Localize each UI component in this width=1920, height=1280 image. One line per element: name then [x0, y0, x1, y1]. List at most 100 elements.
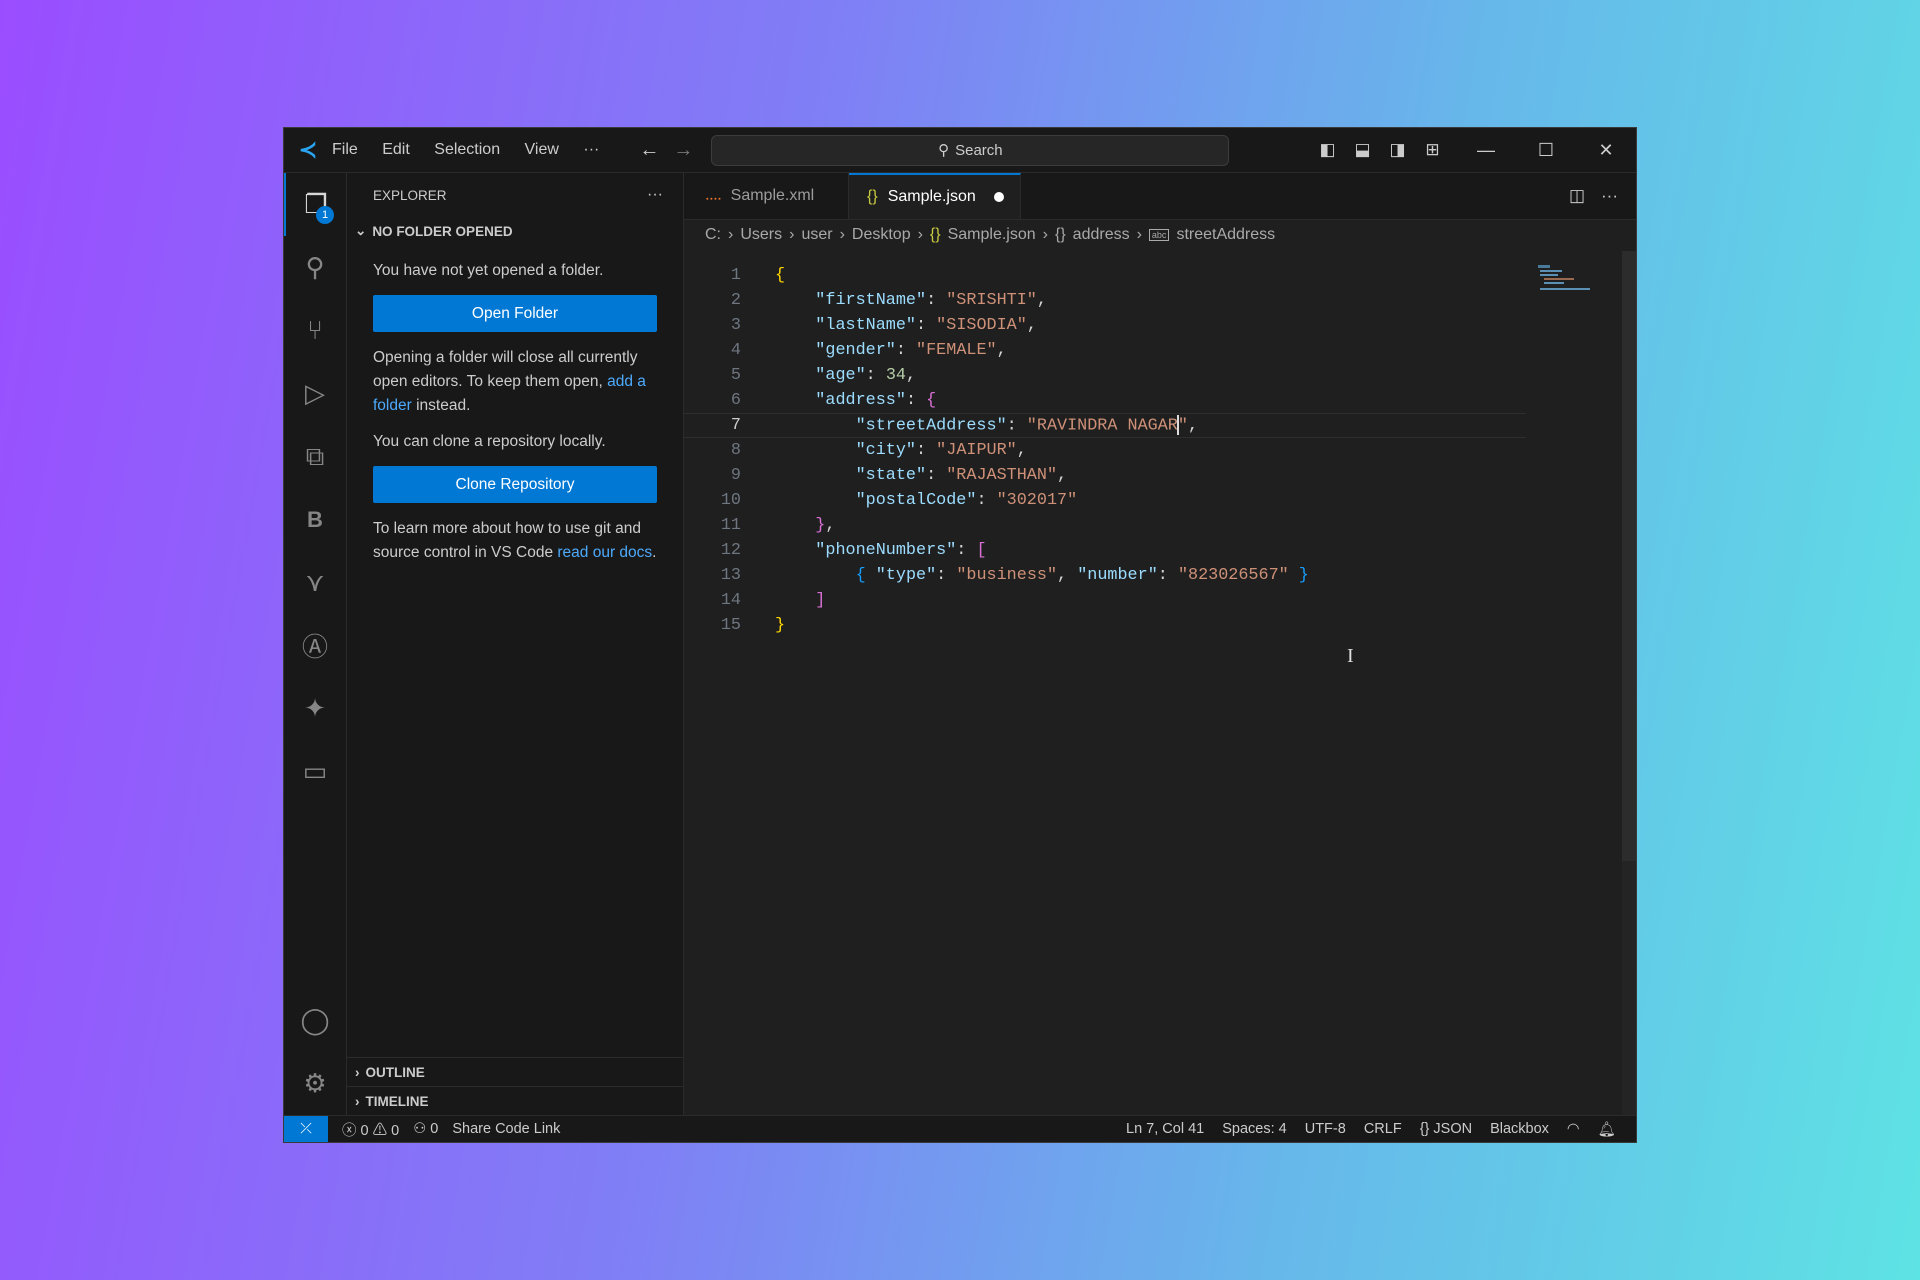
close-icon[interactable]: ✕ — [1576, 140, 1636, 161]
code-token: , — [1057, 566, 1078, 585]
problems-indicator[interactable]: ⓧ 0 ⚠ 0 — [342, 1119, 399, 1140]
json-file-icon: {} — [929, 226, 941, 243]
code-editor[interactable]: 1{2 "firstName": "SRISHTI", 3 "lastName":… — [684, 263, 1526, 638]
breadcrumb-item[interactable]: Users — [740, 226, 782, 244]
code-line[interactable]: 5 "age": 34, — [684, 363, 1526, 388]
code-line[interactable]: 15} — [684, 613, 1526, 638]
line-ending[interactable]: CRLF — [1364, 1121, 1402, 1138]
code-token: { — [775, 266, 786, 285]
open-folder-button[interactable]: Open Folder — [373, 295, 657, 332]
minimize-icon[interactable]: — — [1456, 140, 1516, 161]
code-token: "postalCode" — [855, 491, 977, 510]
maximize-icon[interactable]: ☐ — [1516, 140, 1576, 161]
scrollbar-thumb[interactable] — [1622, 251, 1636, 861]
outline-section[interactable]: › OUTLINE — [347, 1057, 683, 1086]
breadcrumb-item[interactable]: C: — [705, 226, 721, 244]
split-editor-icon[interactable]: ◫ — [1569, 186, 1585, 206]
code-line[interactable]: 7 "streetAddress": "RAVINDRA NAGAR", — [684, 413, 1526, 438]
tab-sample-json[interactable]: {} Sample.json — [849, 173, 1021, 219]
minimap[interactable] — [1536, 263, 1596, 303]
run-debug-icon[interactable]: ▷ — [284, 362, 346, 425]
blackbox-status[interactable]: Blackbox — [1490, 1121, 1549, 1138]
notifications-bell-icon[interactable]: 🔔︎ — [1598, 1121, 1616, 1138]
share-code-link[interactable]: Share Code Link — [452, 1121, 560, 1137]
breadcrumb-item[interactable]: address — [1073, 226, 1130, 244]
search-view-icon[interactable]: ⚲ — [284, 236, 346, 299]
code-line[interactable]: 2 "firstName": "SRISHTI", — [684, 288, 1526, 313]
customize-layout-icon[interactable]: ⊞ — [1415, 140, 1450, 160]
encoding[interactable]: UTF-8 — [1305, 1121, 1346, 1138]
editor-more-icon[interactable]: ··· — [1601, 186, 1618, 206]
code-line[interactable]: 12 "phoneNumbers": [ — [684, 538, 1526, 563]
unsaved-dot-icon[interactable] — [993, 192, 1004, 202]
source-control-icon[interactable]: ⑂ — [284, 299, 346, 362]
command-center-search[interactable]: ⚲ Search — [711, 134, 1230, 166]
code-line[interactable]: 8 "city": "JAIPUR", — [684, 438, 1526, 463]
toggle-primary-sidebar-icon[interactable]: ◧ — [1310, 140, 1345, 160]
code-line[interactable]: 14 ] — [684, 588, 1526, 613]
menu-selection[interactable]: Selection — [434, 141, 500, 158]
extensions-icon[interactable]: ⧉ — [284, 425, 346, 488]
code-token: "JAIPUR" — [936, 441, 1017, 460]
code-line[interactable]: 3 "lastName": "SISODIA", — [684, 313, 1526, 338]
python-icon[interactable]: ✦ — [284, 677, 346, 740]
blackbox-icon[interactable]: B — [284, 488, 346, 551]
code-line[interactable]: 1{ — [684, 263, 1526, 288]
terraform-icon[interactable]: ⋎ — [284, 551, 346, 614]
read-docs-link[interactable]: read our docs — [557, 544, 652, 561]
code-token: "firstName" — [815, 291, 927, 310]
sync-icon[interactable]: ◠ — [1567, 1121, 1580, 1138]
clone-message: You can clone a repository locally. — [373, 433, 606, 450]
code-line[interactable]: 6 "address": { — [684, 388, 1526, 413]
remote-indicator-icon[interactable]: ⤫ — [284, 1116, 328, 1142]
no-folder-message: You have not yet opened a folder. — [373, 262, 604, 279]
line-number: 14 — [720, 591, 741, 610]
code-line[interactable]: 13 { "type": "business", "number": "8230… — [684, 563, 1526, 588]
code-token: "823026567" — [1177, 566, 1289, 585]
indentation[interactable]: Spaces: 4 — [1222, 1121, 1287, 1138]
breadcrumb-item[interactable]: Sample.json — [948, 226, 1036, 244]
more-actions-icon[interactable]: ··· — [647, 186, 663, 204]
string-property-icon: abc — [1148, 229, 1170, 241]
line-text: ] — [775, 591, 825, 610]
breadcrumb-item[interactable]: user — [801, 226, 832, 244]
code-token: } — [815, 516, 826, 535]
menu-edit[interactable]: Edit — [382, 141, 410, 158]
code-line[interactable]: 10 "postalCode": "302017" — [684, 488, 1526, 513]
menu-view[interactable]: View — [525, 141, 559, 158]
explorer-icon[interactable]: ❐ 1 — [284, 173, 346, 236]
no-folder-section[interactable]: ⌄ NO FOLDER OPENED — [347, 217, 683, 245]
angular-icon[interactable]: Ⓐ — [284, 614, 346, 677]
clone-repository-button[interactable]: Clone Repository — [373, 466, 657, 503]
tab-sample-xml[interactable]: ᠁ Sample.xml — [684, 173, 849, 219]
git-docs-info: To learn more about how to use git and s… — [373, 517, 657, 565]
ports-indicator[interactable]: ⚇ 0 — [413, 1121, 438, 1137]
menu-bar: File Edit Selection View ··· — [332, 141, 619, 159]
code-line[interactable]: 4 "gender": "FEMALE", — [684, 338, 1526, 363]
toggle-panel-icon[interactable]: ⬓ — [1345, 140, 1380, 160]
timeline-section[interactable]: › TIMELINE — [347, 1086, 683, 1115]
code-token: [ — [976, 541, 987, 560]
back-arrow-icon[interactable]: ← — [639, 139, 659, 162]
forward-arrow-icon[interactable]: → — [673, 139, 693, 162]
menu-file[interactable]: File — [332, 141, 358, 158]
line-text: "postalCode": "302017" — [775, 491, 1078, 510]
toggle-secondary-sidebar-icon[interactable]: ◨ — [1380, 140, 1415, 160]
remote-explorer-icon[interactable]: ▭ — [284, 740, 346, 803]
settings-gear-icon[interactable]: ⚙ — [284, 1052, 346, 1115]
breadcrumb-item[interactable]: streetAddress — [1176, 226, 1275, 244]
cursor-position[interactable]: Ln 7, Col 41 — [1126, 1121, 1204, 1138]
sidebar-title: EXPLORER — [373, 187, 447, 203]
code-line[interactable]: 9 "state": "RAJASTHAN", — [684, 463, 1526, 488]
code-line[interactable]: 11 }, — [684, 513, 1526, 538]
breadcrumb-item[interactable]: Desktop — [852, 226, 911, 244]
language-mode[interactable]: {} JSON — [1420, 1121, 1472, 1138]
code-token: "phoneNumbers" — [815, 541, 957, 560]
line-text: "address": { — [775, 391, 936, 410]
menu-more[interactable]: ··· — [583, 141, 599, 158]
accounts-icon[interactable]: ◯ — [284, 989, 346, 1052]
